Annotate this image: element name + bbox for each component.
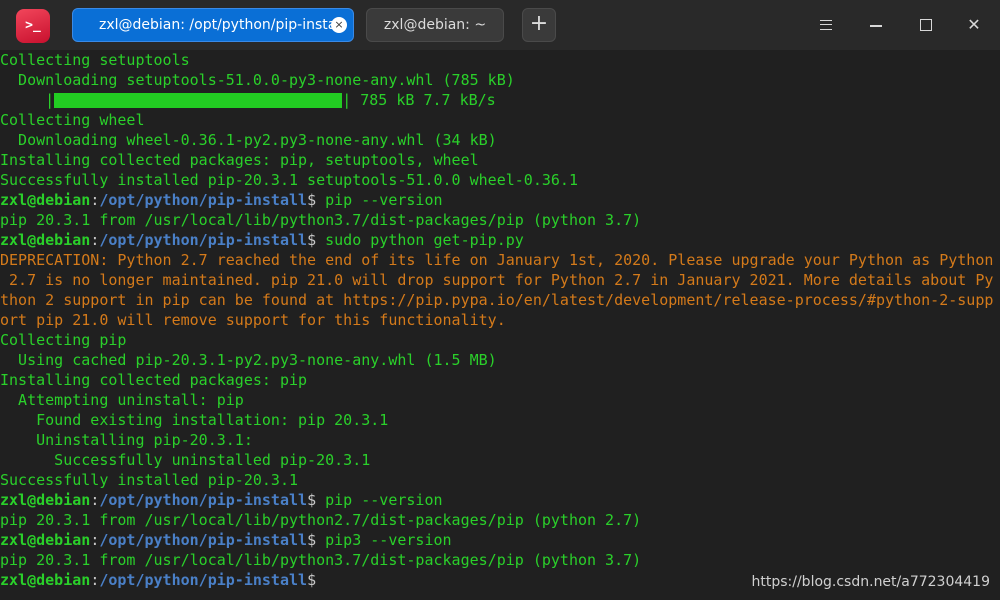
prompt-command: pip3 --version (316, 531, 452, 549)
prompt-line: zxl@debian:/opt/python/pip-install$ pip … (0, 490, 443, 510)
download-progress: | | 785 kB 7.7 kB/s (0, 90, 1000, 110)
output-line: Collecting setuptools (0, 51, 190, 69)
prompt-user: zxl@debian (0, 231, 91, 249)
output-line: Using cached pip-20.3.1-py2.py3-none-any… (0, 351, 497, 369)
prompt-sign: $ (307, 191, 317, 209)
title-bar: >_ zxl@debian: /opt/python/pip-install ×… (0, 0, 1000, 51)
watermark: https://blog.csdn.net/a772304419 (751, 574, 991, 590)
output-line: Installing collected packages: pip, setu… (0, 151, 479, 169)
tab-home[interactable]: zxl@debian: ~ (366, 8, 504, 42)
maximize-icon[interactable] (914, 13, 938, 37)
prompt-line: zxl@debian:/opt/python/pip-install$ (0, 570, 316, 590)
output-line: Successfully installed pip-20.3.1 (0, 471, 299, 489)
prompt-line: zxl@debian:/opt/python/pip-install$ pip3… (0, 530, 452, 550)
prompt-command: pip --version (316, 191, 443, 209)
prompt-command: sudo python get-pip.py (316, 231, 524, 249)
output-line: Collecting wheel (0, 111, 145, 129)
prompt-line: zxl@debian:/opt/python/pip-install$ pip … (0, 190, 443, 210)
output-line: Attempting uninstall: pip (0, 391, 244, 409)
output-line: Installing collected packages: pip (0, 371, 308, 389)
prompt-line: zxl@debian:/opt/python/pip-install$ sudo… (0, 230, 524, 250)
tab-pip-install[interactable]: zxl@debian: /opt/python/pip-install × (72, 8, 354, 42)
prompt-separator: : (90, 531, 100, 549)
minimize-icon[interactable] (864, 13, 888, 37)
warning-line: DEPRECATION: Python 2.7 reached the end … (0, 251, 994, 269)
output-line: pip 20.3.1 from /usr/local/lib/python3.7… (0, 211, 642, 229)
output-line: Found existing installation: pip 20.3.1 (0, 411, 389, 429)
terminal-window: >_ zxl@debian: /opt/python/pip-install ×… (0, 0, 1000, 600)
prompt-user: zxl@debian (0, 571, 91, 589)
output-line: Successfully uninstalled pip-20.3.1 (0, 451, 371, 469)
prompt-path: /opt/python/pip-install (99, 571, 308, 589)
progress-suffix: | 785 kB 7.7 kB/s (342, 91, 496, 109)
prompt-sign: $ (307, 491, 317, 509)
prompt-user: zxl@debian (0, 531, 91, 549)
prompt-separator: : (90, 231, 100, 249)
prompt-sign: $ (307, 531, 317, 549)
prompt-path: /opt/python/pip-install (99, 491, 308, 509)
close-window-icon[interactable]: ✕ (962, 13, 986, 37)
output-line: Collecting pip (0, 331, 127, 349)
warning-line: thon 2 support in pip can be found at ht… (0, 291, 994, 309)
prompt-separator: : (90, 191, 100, 209)
prompt-path: /opt/python/pip-install (99, 531, 308, 549)
tab-label: zxl@debian: ~ (383, 17, 487, 33)
output-line: Uninstalling pip-20.3.1: (0, 431, 253, 449)
progress-prefix: | (0, 91, 55, 109)
output-line: pip 20.3.1 from /usr/local/lib/python2.7… (0, 511, 642, 529)
warning-line: 2.7 is no longer maintained. pip 21.0 wi… (0, 271, 994, 289)
menu-icon[interactable] (814, 13, 838, 37)
new-tab-button[interactable]: + (522, 8, 556, 42)
output-line: pip 20.3.1 from /usr/local/lib/python3.7… (0, 551, 642, 569)
prompt-separator: : (90, 491, 100, 509)
prompt-sign: $ (307, 571, 317, 589)
prompt-user: zxl@debian (0, 191, 91, 209)
output-line: Downloading setuptools-51.0.0-py3-none-a… (0, 71, 515, 89)
progress-bar-fill (54, 93, 342, 108)
output-line: Successfully installed pip-20.3.1 setupt… (0, 171, 578, 189)
prompt-separator: : (90, 571, 100, 589)
prompt-user: zxl@debian (0, 491, 91, 509)
output-line: Downloading wheel-0.36.1-py2.py3-none-an… (0, 131, 497, 149)
prompt-path: /opt/python/pip-install (99, 231, 308, 249)
terminal-output[interactable]: Collecting setuptools Downloading setupt… (0, 50, 1000, 600)
prompt-sign: $ (307, 231, 317, 249)
prompt-command: pip --version (316, 491, 443, 509)
terminal-icon[interactable]: >_ (16, 9, 50, 43)
tab-label: zxl@debian: /opt/python/pip-install (99, 17, 345, 33)
close-icon[interactable]: × (331, 17, 347, 33)
warning-line: ort pip 21.0 will remove support for thi… (0, 311, 506, 329)
prompt-path: /opt/python/pip-install (99, 191, 308, 209)
